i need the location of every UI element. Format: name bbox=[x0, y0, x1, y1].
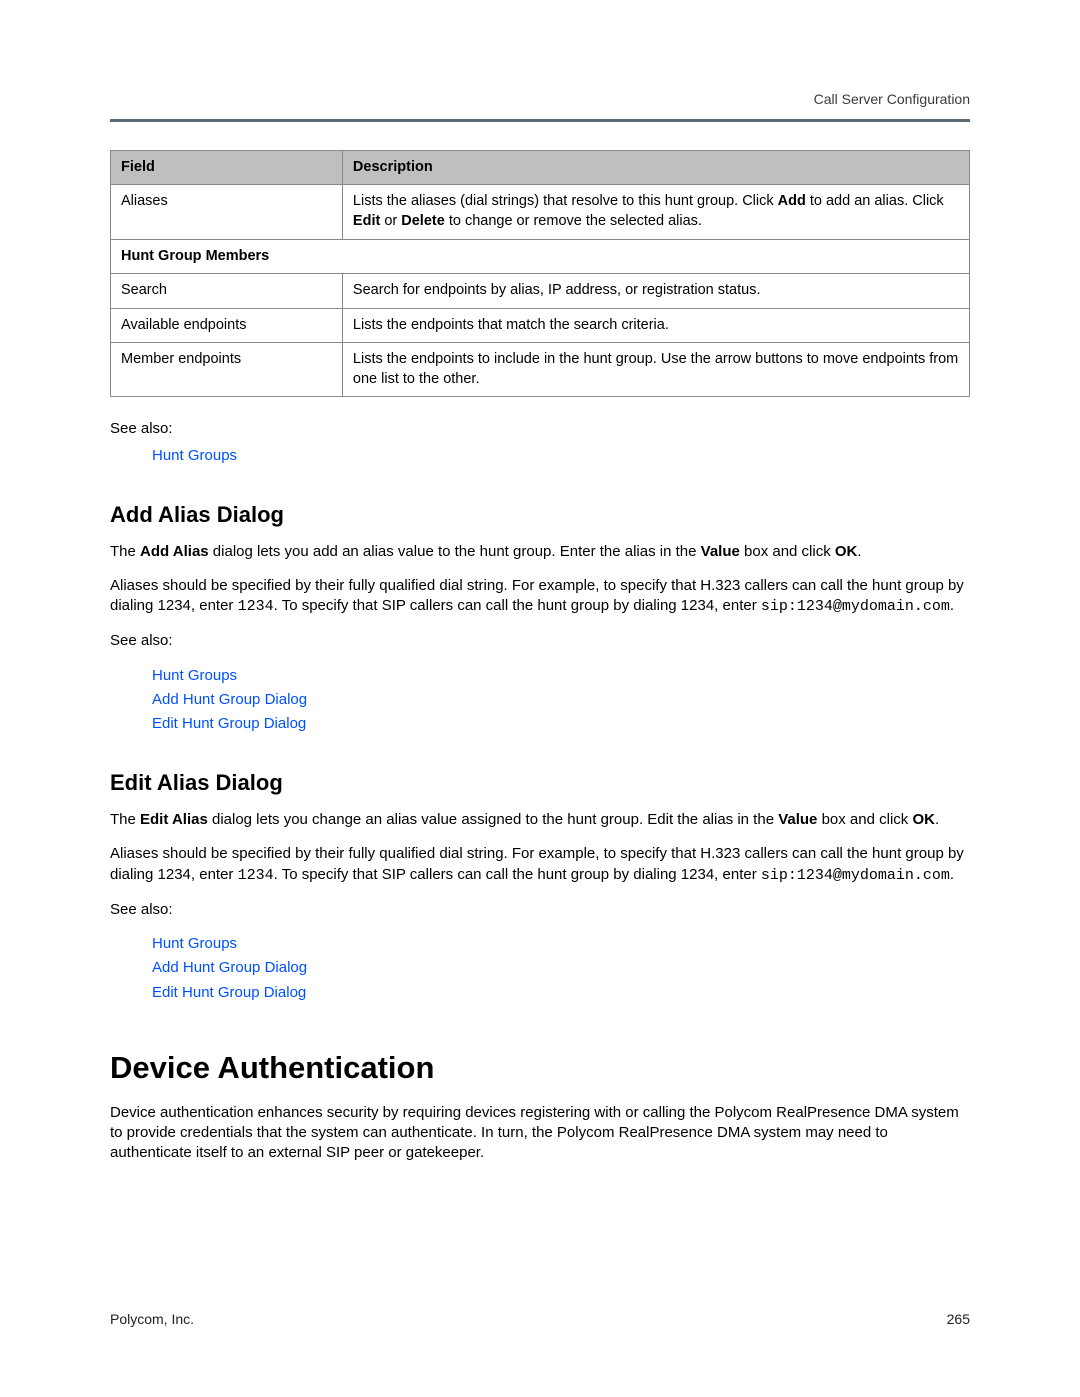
see-also-label: See also: bbox=[110, 900, 970, 920]
field-description-table: Field Description Aliases Lists the alia… bbox=[110, 150, 970, 398]
heading-device-authentication: Device Authentication bbox=[110, 1047, 970, 1089]
cell-field: Aliases bbox=[111, 185, 343, 239]
text: . bbox=[950, 866, 954, 883]
paragraph: Device authentication enhances security … bbox=[110, 1103, 970, 1164]
page-header-breadcrumb: Call Server Configuration bbox=[110, 90, 970, 119]
text: to add an alias. Click bbox=[806, 193, 944, 209]
text: The bbox=[110, 811, 140, 828]
cell-field: Search bbox=[111, 274, 343, 309]
heading-add-alias-dialog: Add Alias Dialog bbox=[110, 500, 970, 530]
cell-desc: Search for endpoints by alias, IP addres… bbox=[342, 274, 969, 309]
text-bold-edit: Edit bbox=[353, 213, 380, 229]
code-text: 1234 bbox=[238, 598, 274, 615]
text: The bbox=[110, 543, 140, 560]
text-bold-add: Add bbox=[778, 193, 806, 209]
cell-desc: Lists the endpoints that match the searc… bbox=[342, 308, 969, 343]
table-row: Member endpoints Lists the endpoints to … bbox=[111, 343, 970, 397]
table-header-field: Field bbox=[111, 150, 343, 185]
paragraph: The Add Alias dialog lets you add an ali… bbox=[110, 542, 970, 562]
table-header-description: Description bbox=[342, 150, 969, 185]
cell-desc: Lists the aliases (dial strings) that re… bbox=[342, 185, 969, 239]
code-text: 1234 bbox=[238, 867, 274, 884]
text: box and click bbox=[817, 811, 912, 828]
text: . bbox=[950, 597, 954, 614]
text-bold: Add Alias bbox=[140, 543, 209, 560]
text-bold-delete: Delete bbox=[401, 213, 445, 229]
text: dialog lets you change an alias value as… bbox=[208, 811, 778, 828]
cell-field: Available endpoints bbox=[111, 308, 343, 343]
text-bold: Edit Alias bbox=[140, 811, 208, 828]
text-bold: OK bbox=[912, 811, 935, 828]
link-edit-hunt-group-dialog[interactable]: Edit Hunt Group Dialog bbox=[152, 715, 306, 732]
see-also-label: See also: bbox=[110, 631, 970, 651]
code-text: sip:1234@mydomain.com bbox=[761, 598, 950, 615]
text: dialog lets you add an alias value to th… bbox=[209, 543, 701, 560]
header-rule bbox=[110, 119, 970, 122]
text: Lists the aliases (dial strings) that re… bbox=[353, 193, 778, 209]
text-bold: OK bbox=[835, 543, 858, 560]
table-row: Search Search for endpoints by alias, IP… bbox=[111, 274, 970, 309]
link-add-hunt-group-dialog[interactable]: Add Hunt Group Dialog bbox=[152, 959, 307, 976]
link-hunt-groups[interactable]: Hunt Groups bbox=[152, 447, 237, 464]
cell-field: Member endpoints bbox=[111, 343, 343, 397]
link-hunt-groups[interactable]: Hunt Groups bbox=[152, 935, 237, 952]
cell-desc: Lists the endpoints to include in the hu… bbox=[342, 343, 969, 397]
table-row: Aliases Lists the aliases (dial strings)… bbox=[111, 185, 970, 239]
link-edit-hunt-group-dialog[interactable]: Edit Hunt Group Dialog bbox=[152, 984, 306, 1001]
table-row: Available endpoints Lists the endpoints … bbox=[111, 308, 970, 343]
text-bold: Value bbox=[701, 543, 740, 560]
text-bold: Value bbox=[778, 811, 817, 828]
see-also-label: See also: bbox=[110, 419, 970, 439]
text: . To specify that SIP callers can call t… bbox=[274, 597, 761, 614]
footer-page-number: 265 bbox=[947, 1310, 970, 1329]
text: box and click bbox=[740, 543, 835, 560]
code-text: sip:1234@mydomain.com bbox=[761, 867, 950, 884]
heading-edit-alias-dialog: Edit Alias Dialog bbox=[110, 768, 970, 798]
link-hunt-groups[interactable]: Hunt Groups bbox=[152, 667, 237, 684]
paragraph: Aliases should be specified by their ful… bbox=[110, 576, 970, 618]
table-subheading: Hunt Group Members bbox=[111, 239, 970, 274]
text: . bbox=[935, 811, 939, 828]
footer-company: Polycom, Inc. bbox=[110, 1311, 194, 1327]
table-subheading-row: Hunt Group Members bbox=[111, 239, 970, 274]
text: . bbox=[857, 543, 861, 560]
paragraph: Aliases should be specified by their ful… bbox=[110, 844, 970, 886]
text: to change or remove the selected alias. bbox=[445, 213, 702, 229]
link-add-hunt-group-dialog[interactable]: Add Hunt Group Dialog bbox=[152, 691, 307, 708]
paragraph: The Edit Alias dialog lets you change an… bbox=[110, 810, 970, 830]
text: . To specify that SIP callers can call t… bbox=[274, 866, 761, 883]
text: or bbox=[380, 213, 401, 229]
